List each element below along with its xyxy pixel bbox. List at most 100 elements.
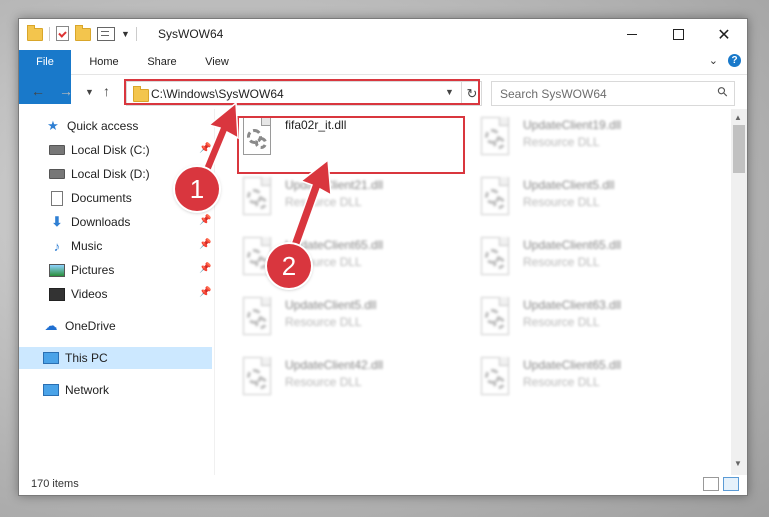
pin-icon[interactable]: 📌 xyxy=(199,143,211,154)
properties-icon[interactable] xyxy=(56,26,69,41)
back-arrow-icon[interactable]: ← xyxy=(31,83,45,99)
window-title: SysWOW64 xyxy=(158,27,224,41)
gear-icon xyxy=(493,377,505,389)
sidebar-item-videos[interactable]: Videos 📌 xyxy=(19,283,212,305)
gear-icon xyxy=(493,257,505,269)
tab-home[interactable]: Home xyxy=(79,50,129,74)
customize-view-icon[interactable] xyxy=(97,26,115,41)
sidebar-item-label: Network xyxy=(65,383,110,397)
dll-file-icon xyxy=(477,237,511,277)
file-item[interactable]: UpdateClient21.dll Resource DLL xyxy=(215,169,445,223)
sidebar-item-label: Music xyxy=(71,239,103,253)
onedrive-icon: ☁ xyxy=(44,318,58,333)
window-controls: ✕ xyxy=(609,19,747,50)
search-icon: ⚲ xyxy=(714,82,732,101)
dll-file-icon xyxy=(239,177,273,217)
chevron-down-icon[interactable]: ▼ xyxy=(121,29,130,39)
tab-share[interactable]: Share xyxy=(137,50,187,74)
file-type: Resource DLL xyxy=(523,135,600,149)
pc-icon-wrap xyxy=(43,351,59,365)
dll-file-corner xyxy=(499,297,508,306)
minimize-button[interactable] xyxy=(609,19,655,50)
star-icon: ★ xyxy=(47,118,59,133)
music-icon: ♪ xyxy=(53,238,61,254)
file-type: Resource DLL xyxy=(523,255,600,269)
folder-icon xyxy=(27,25,43,41)
sidebar-item-label: Documents xyxy=(71,191,132,205)
sidebar-item-onedrive[interactable]: ☁ OneDrive xyxy=(19,315,212,337)
file-item[interactable]: UpdateClient65.dll Resource DLL xyxy=(453,229,683,283)
sidebar-item-label: This PC xyxy=(65,351,108,365)
view-toggle xyxy=(703,477,739,491)
drive-icon xyxy=(49,169,65,179)
sidebar-item-label: OneDrive xyxy=(65,319,116,333)
videos-icon-wrap xyxy=(49,287,65,301)
sidebar-item-downloads[interactable]: ⬇ Downloads 📌 xyxy=(19,211,212,233)
new-folder-icon[interactable] xyxy=(75,25,91,41)
pin-icon[interactable]: 📌 xyxy=(199,215,211,226)
dll-file-corner xyxy=(499,237,508,246)
minimize-icon xyxy=(627,34,637,35)
pin-icon[interactable]: 📌 xyxy=(199,287,211,298)
file-highlight xyxy=(237,116,465,174)
scroll-up-icon[interactable]: ▲ xyxy=(734,113,742,122)
download-icon: ⬇ xyxy=(51,214,63,229)
scroll-down-icon[interactable]: ▼ xyxy=(734,459,742,468)
tab-view[interactable]: View xyxy=(195,50,239,74)
ribbon-controls: ⌄ ? xyxy=(709,54,741,67)
file-name: UpdateClient19.dll xyxy=(523,118,622,132)
sidebar-item-network[interactable]: Network xyxy=(19,379,212,401)
close-button[interactable]: ✕ xyxy=(701,19,747,50)
sidebar-item-music[interactable]: ♪ Music 📌 xyxy=(19,235,212,257)
file-name: UpdateClient21.dll xyxy=(285,178,384,192)
recent-locations-icon[interactable]: ▼ xyxy=(85,87,94,97)
vertical-scrollbar[interactable]: ▲ ▼ xyxy=(731,109,747,475)
dll-file-corner xyxy=(261,237,270,246)
dll-file-icon xyxy=(477,177,511,217)
file-type: Resource DLL xyxy=(523,375,600,389)
status-bar: 170 items xyxy=(19,475,747,495)
help-icon[interactable]: ? xyxy=(728,54,741,67)
file-name: UpdateClient65.dll xyxy=(523,238,622,252)
gear-icon xyxy=(255,197,267,209)
sidebar-item-pictures[interactable]: Pictures 📌 xyxy=(19,259,212,281)
dll-file-corner xyxy=(499,357,508,366)
sidebar-item-label: Quick access xyxy=(67,119,139,133)
large-icons-view-icon[interactable] xyxy=(723,477,739,491)
step-1-badge: 1 xyxy=(175,167,219,211)
maximize-icon xyxy=(672,29,684,40)
pin-icon[interactable]: 📌 xyxy=(199,239,211,250)
file-item[interactable]: UpdateClient63.dll Resource DLL xyxy=(453,289,683,343)
forward-arrow-icon[interactable]: → xyxy=(59,83,73,99)
up-arrow-icon[interactable]: ↑ xyxy=(103,83,110,99)
file-name: UpdateClient42.dll xyxy=(285,358,384,372)
file-name: UpdateClient65.dll xyxy=(523,358,622,372)
file-item[interactable]: UpdateClient5.dll Resource DLL xyxy=(215,289,445,343)
sidebar-item-label: Downloads xyxy=(71,215,131,229)
details-view-icon[interactable] xyxy=(703,477,719,491)
maximize-button[interactable] xyxy=(655,19,701,50)
expand-ribbon-icon[interactable]: ⌄ xyxy=(709,54,718,67)
file-name: UpdateClient5.dll xyxy=(523,178,615,192)
sidebar-item-label: Videos xyxy=(71,287,108,301)
sidebar-item-quick-access[interactable]: ★ Quick access xyxy=(45,115,212,137)
file-item[interactable]: UpdateClient5.dll Resource DLL xyxy=(453,169,683,223)
scrollbar-thumb[interactable] xyxy=(733,125,745,173)
file-item[interactable]: UpdateClient65.dll Resource DLL xyxy=(453,349,683,403)
sidebar-item-label: Pictures xyxy=(71,263,115,277)
step-2-badge: 2 xyxy=(267,244,311,288)
sidebar-item-local-disk-c[interactable]: Local Disk (C:) 📌 xyxy=(19,139,212,161)
file-name: UpdateClient5.dll xyxy=(285,298,377,312)
file-item[interactable]: UpdateClient42.dll Resource DLL xyxy=(215,349,445,403)
pin-icon[interactable]: 📌 xyxy=(199,263,211,274)
file-item[interactable]: UpdateClient65.dll Resource DLL xyxy=(215,229,445,283)
dll-file-icon xyxy=(477,297,511,337)
pc-icon xyxy=(43,352,59,364)
search-input[interactable]: Search SysWOW64 ⚲ xyxy=(491,81,735,106)
dll-file-icon xyxy=(477,117,511,157)
file-type: Resource DLL xyxy=(285,375,362,389)
network-icon-wrap xyxy=(43,383,59,397)
sidebar-item-this-pc[interactable]: This PC xyxy=(19,347,212,369)
file-item[interactable]: UpdateClient19.dll Resource DLL xyxy=(453,109,683,163)
drive-icon-wrap xyxy=(49,143,65,157)
